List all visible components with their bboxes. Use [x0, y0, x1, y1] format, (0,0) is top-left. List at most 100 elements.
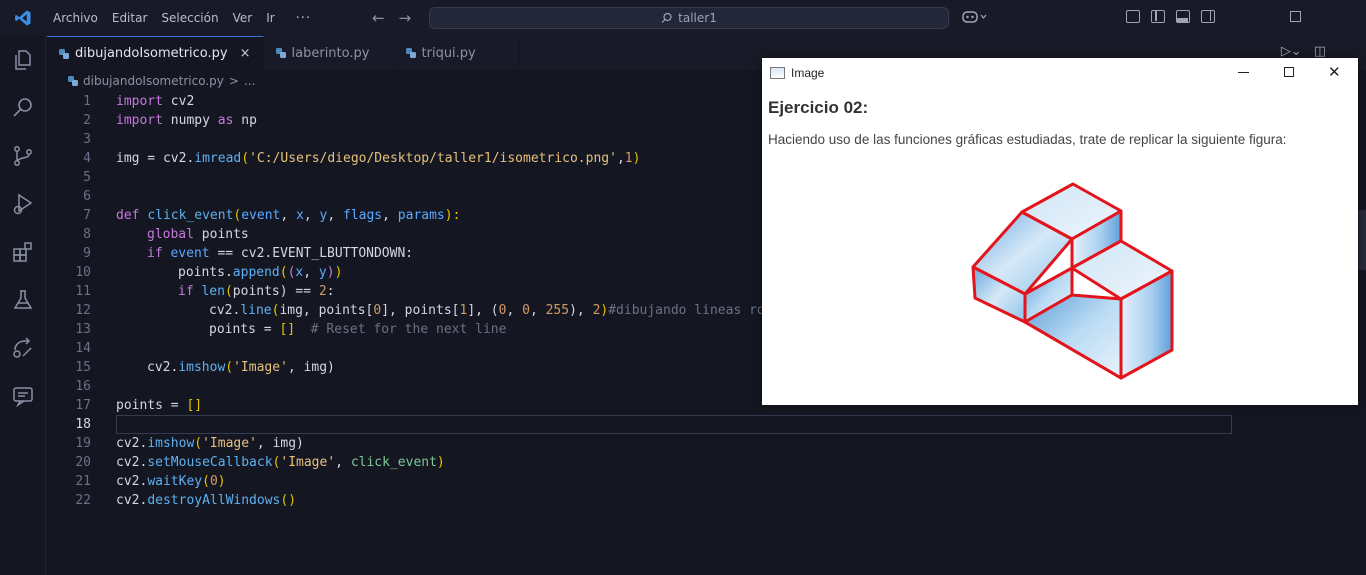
search-icon — [661, 12, 672, 23]
code-token: len — [201, 284, 225, 299]
code-token: ], points[ — [381, 303, 460, 318]
vscode-logo-icon — [0, 0, 46, 36]
toggle-primary-sidebar-icon[interactable] — [1151, 10, 1165, 23]
run-python-icon[interactable]: ▷⌄ — [1281, 44, 1302, 59]
code-token: y — [318, 265, 327, 280]
customize-layout-icon[interactable] — [1126, 10, 1140, 23]
code-token: ) == — [279, 284, 319, 299]
window-app-icon — [770, 67, 785, 79]
code-token: 1 — [624, 151, 633, 166]
line-number: 5 — [83, 170, 91, 185]
code-token: np — [233, 113, 257, 128]
menu-ver[interactable]: Ver — [226, 0, 260, 36]
image-window-titlebar[interactable]: Image ✕ — [762, 58, 1358, 88]
code-token: cv2. — [209, 303, 241, 318]
editor-actions: ▷⌄ ◫ — [1281, 44, 1326, 59]
code-token: ) — [436, 455, 445, 470]
toggle-panel-icon[interactable] — [1176, 10, 1190, 23]
line-number: 18 — [75, 417, 91, 432]
tab-close-icon[interactable]: × — [240, 46, 251, 61]
breadcrumb-file[interactable]: dibujandoIsometrico.py — [83, 74, 224, 88]
chat-icon[interactable] — [0, 372, 46, 420]
menu-archivo[interactable]: Archivo — [46, 0, 105, 36]
code-token: flags — [343, 208, 383, 223]
code-token: : — [326, 284, 335, 299]
line-number: 20 — [75, 455, 91, 470]
copilot-icon[interactable] — [962, 9, 988, 29]
line-number: 1 — [83, 94, 91, 109]
isometric-figure — [971, 182, 1174, 380]
menu-seleccion[interactable]: Selección — [154, 0, 225, 36]
code-comment: # Reset for the next line — [295, 322, 507, 337]
layout-controls — [1126, 10, 1215, 23]
code-token: ( — [194, 436, 203, 451]
code-token: append — [232, 265, 280, 280]
code-token: points — [193, 227, 249, 242]
code-token: , — [616, 151, 625, 166]
code-token: 'Image' — [233, 360, 288, 375]
code-token: cv2. — [116, 455, 148, 470]
code-token: click_event — [147, 208, 234, 223]
menu-more-button[interactable]: ··· — [282, 11, 325, 26]
code-line: 21 cv2.waitKey(0) — [47, 472, 1232, 491]
scrollbar-thumb[interactable] — [1357, 210, 1366, 270]
line-number: 21 — [75, 474, 91, 489]
code-token: [] — [279, 322, 296, 337]
back-arrow-icon[interactable]: ← — [372, 9, 385, 27]
line-number: 6 — [83, 189, 91, 204]
line-number: 15 — [75, 360, 91, 375]
command-center-search[interactable]: taller1 — [429, 7, 949, 29]
minimize-icon[interactable] — [1238, 72, 1249, 73]
code-line: 19 cv2.imshow('Image', img) — [47, 434, 1232, 453]
code-token: waitKey — [147, 474, 203, 489]
line-number: 14 — [75, 341, 91, 356]
code-token: points = — [209, 322, 280, 337]
image-window[interactable]: Image ✕ Ejercicio 02: Haciendo uso de la… — [762, 58, 1358, 405]
code-token: ) — [326, 265, 335, 280]
python-file-icon — [68, 76, 78, 86]
maximize-icon[interactable] — [1284, 67, 1294, 77]
remote-explorer-icon[interactable] — [0, 324, 46, 372]
line-number: 12 — [75, 303, 91, 318]
menu-ir[interactable]: Ir — [259, 0, 281, 36]
search-icon[interactable] — [0, 84, 46, 132]
breadcrumb-more[interactable]: ... — [244, 74, 255, 88]
forward-arrow-icon[interactable]: → — [399, 9, 412, 27]
run-debug-icon[interactable] — [0, 180, 46, 228]
exercise-description: Haciendo uso de las funciones gráficas e… — [768, 132, 1287, 147]
exercise-heading: Ejercicio 02: — [768, 98, 869, 117]
tab-dibujando-isometrico[interactable]: dibujandoIsometrico.py × — [47, 36, 264, 70]
split-editor-icon[interactable]: ◫ — [1314, 44, 1326, 59]
code-token: 2 — [318, 284, 327, 299]
code-token: 255 — [545, 303, 570, 318]
toggle-secondary-sidebar-icon[interactable] — [1201, 10, 1215, 23]
code-token: destroyAllWindows — [147, 493, 281, 508]
code-token: [] — [186, 398, 203, 413]
extensions-icon[interactable] — [0, 228, 46, 276]
code-token: 'C:/Users/diego/Desktop/taller1/isometri… — [249, 151, 617, 166]
code-token: img = cv2. — [116, 151, 195, 166]
code-token: ( — [225, 360, 234, 375]
code-token: if — [178, 284, 194, 299]
code-token: , img) — [287, 360, 335, 375]
close-icon[interactable]: ✕ — [1328, 63, 1341, 81]
restore-window-icon[interactable] — [1290, 11, 1301, 22]
code-comment: #dibujando lineas roj — [608, 303, 773, 318]
source-control-icon[interactable] — [0, 132, 46, 180]
code-token: 'Image' — [202, 436, 257, 451]
testing-flask-icon[interactable] — [0, 276, 46, 324]
code-token: ( — [202, 474, 210, 489]
tab-laberinto[interactable]: laberinto.py — [263, 36, 394, 70]
explorer-icon[interactable] — [0, 36, 46, 84]
code-token: points — [232, 284, 280, 299]
code-token: global — [147, 227, 194, 242]
navigation-arrows: ← → — [372, 0, 411, 36]
code-token: imshow — [147, 436, 195, 451]
code-line: 22 cv2.destroyAllWindows() — [47, 491, 1232, 510]
code-token: def — [116, 208, 140, 223]
code-line: 18 — [47, 415, 1232, 434]
code-token: ( — [279, 265, 288, 280]
menu-editar[interactable]: Editar — [105, 0, 155, 36]
tab-triqui[interactable]: triqui.py — [393, 36, 520, 70]
code-token: params — [397, 208, 445, 223]
